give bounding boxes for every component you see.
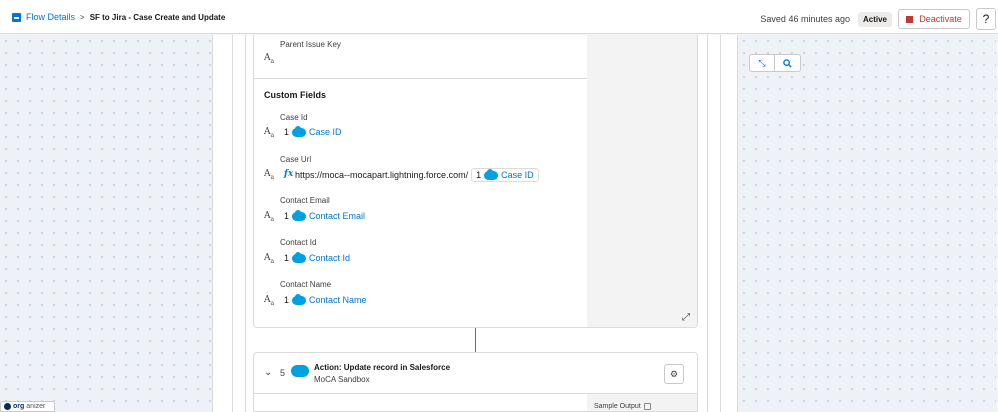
text-type-icon: Aa [264,211,275,223]
breadcrumb: Flow Details > SF to Jira - Case Create … [12,12,225,22]
zoom-controls: ⤡ [749,54,801,72]
field-reference[interactable]: Case ID [309,127,342,137]
flow-details-link[interactable]: Flow Details [26,12,75,22]
card-side-panel [587,35,697,327]
saved-status: Saved 46 minutes ago [760,14,850,24]
field-value-contact-id[interactable]: 1 Contact Id [284,251,350,263]
collapse-arrows-icon: ⤡ [758,57,766,68]
deactivate-label: Deactivate [919,14,962,24]
organizer-logo-icon [4,403,11,410]
field-label: Contact Id [280,238,317,247]
canvas-left[interactable] [0,35,212,412]
sample-output-label: Sample Output [594,403,641,410]
field-value-case-id[interactable]: 1 Case ID [284,125,342,137]
chevron-down-icon[interactable]: ⌄ [264,367,272,378]
field-label: Contact Name [280,280,332,289]
search-icon [783,58,792,68]
stop-icon [906,15,914,23]
text-type-icon: Aa [264,253,275,265]
flow-builder-header: Flow Details > SF to Jira - Case Create … [0,0,998,34]
field-label: Case Id [280,113,308,122]
parent-issue-key-label: Parent Issue Key [280,40,341,49]
step-number: 5 [280,368,286,378]
url-text: https://moca--mocapart.lightning.force.c… [295,170,469,180]
field-reference[interactable]: Contact Email [309,211,365,221]
field-value-contact-name[interactable]: 1 Contact Name [284,293,367,305]
action-title: Action: Update record in Salesforce [314,363,451,372]
status-badge: Active [857,11,892,27]
gear-icon: ⚙ [669,368,679,379]
guide-line [720,35,721,412]
text-type-icon: Aa [264,127,275,139]
field-value-number: 1 [284,127,290,137]
divider [254,78,587,79]
deactivate-button[interactable]: Deactivate [898,9,970,29]
field-reference[interactable]: Contact Id [309,253,350,263]
salesforce-cloud-icon [292,251,307,263]
flow-title: SF to Jira - Case Create and Update [89,12,226,22]
guide-line [707,35,708,412]
action-step-card: ⌄ 5 Action: Update record in Salesforce … [253,352,698,412]
field-value-number: 1 [284,295,290,305]
field-reference[interactable]: Case ID [501,170,534,180]
step-details-card: Parent Issue Key Aa Custom Fields Case I… [253,35,698,328]
canvas-right[interactable] [738,35,996,412]
help-button[interactable]: ? [976,8,996,30]
organizer-prefix: org [13,403,25,410]
header-actions: Saved 46 minutes ago Active Deactivate ? [760,8,998,30]
fit-view-button[interactable]: ⤡ [749,54,775,72]
field-reference[interactable]: Contact Name [309,295,367,305]
field-label: Case Url [280,155,312,164]
custom-fields-title: Custom Fields [264,90,327,100]
action-connection: MoCA Sandbox [314,375,370,384]
text-type-icon: Aa [264,53,275,65]
case-id-pill[interactable]: 1 Case ID [471,168,539,182]
field-value-contact-email[interactable]: 1 Contact Email [284,209,365,221]
breadcrumb-separator: > [80,12,85,22]
salesforce-cloud-icon [292,209,307,221]
step-settings-button[interactable]: ⚙ [664,364,684,384]
salesforce-cloud-icon [484,168,499,180]
sample-output-checkbox[interactable] [643,403,651,410]
field-value-number: 1 [284,253,290,263]
step-connector [475,328,476,352]
formula-icon: fx [284,169,294,179]
field-value-number: 1 [476,170,482,180]
salesforce-logo-icon [291,365,309,377]
guide-line [232,35,233,412]
field-value-number: 1 [284,211,290,221]
expand-icon[interactable]: ⤢ [682,312,690,323]
flow-icon [12,12,21,22]
organizer-tab[interactable]: org anizer [0,401,55,412]
field-value-case-url[interactable]: https://moca--mocapart.lightning.force.c… [295,168,539,182]
guide-line [245,35,246,412]
salesforce-cloud-icon [292,125,307,137]
text-type-icon: Aa [264,169,275,181]
field-label: Contact Email [280,196,330,205]
salesforce-cloud-icon [292,293,307,305]
zoom-search-button[interactable] [775,54,801,72]
organizer-suffix: anizer [26,403,46,410]
text-type-icon: Aa [264,295,275,307]
sample-output-toggle[interactable]: Sample Output [594,403,651,410]
